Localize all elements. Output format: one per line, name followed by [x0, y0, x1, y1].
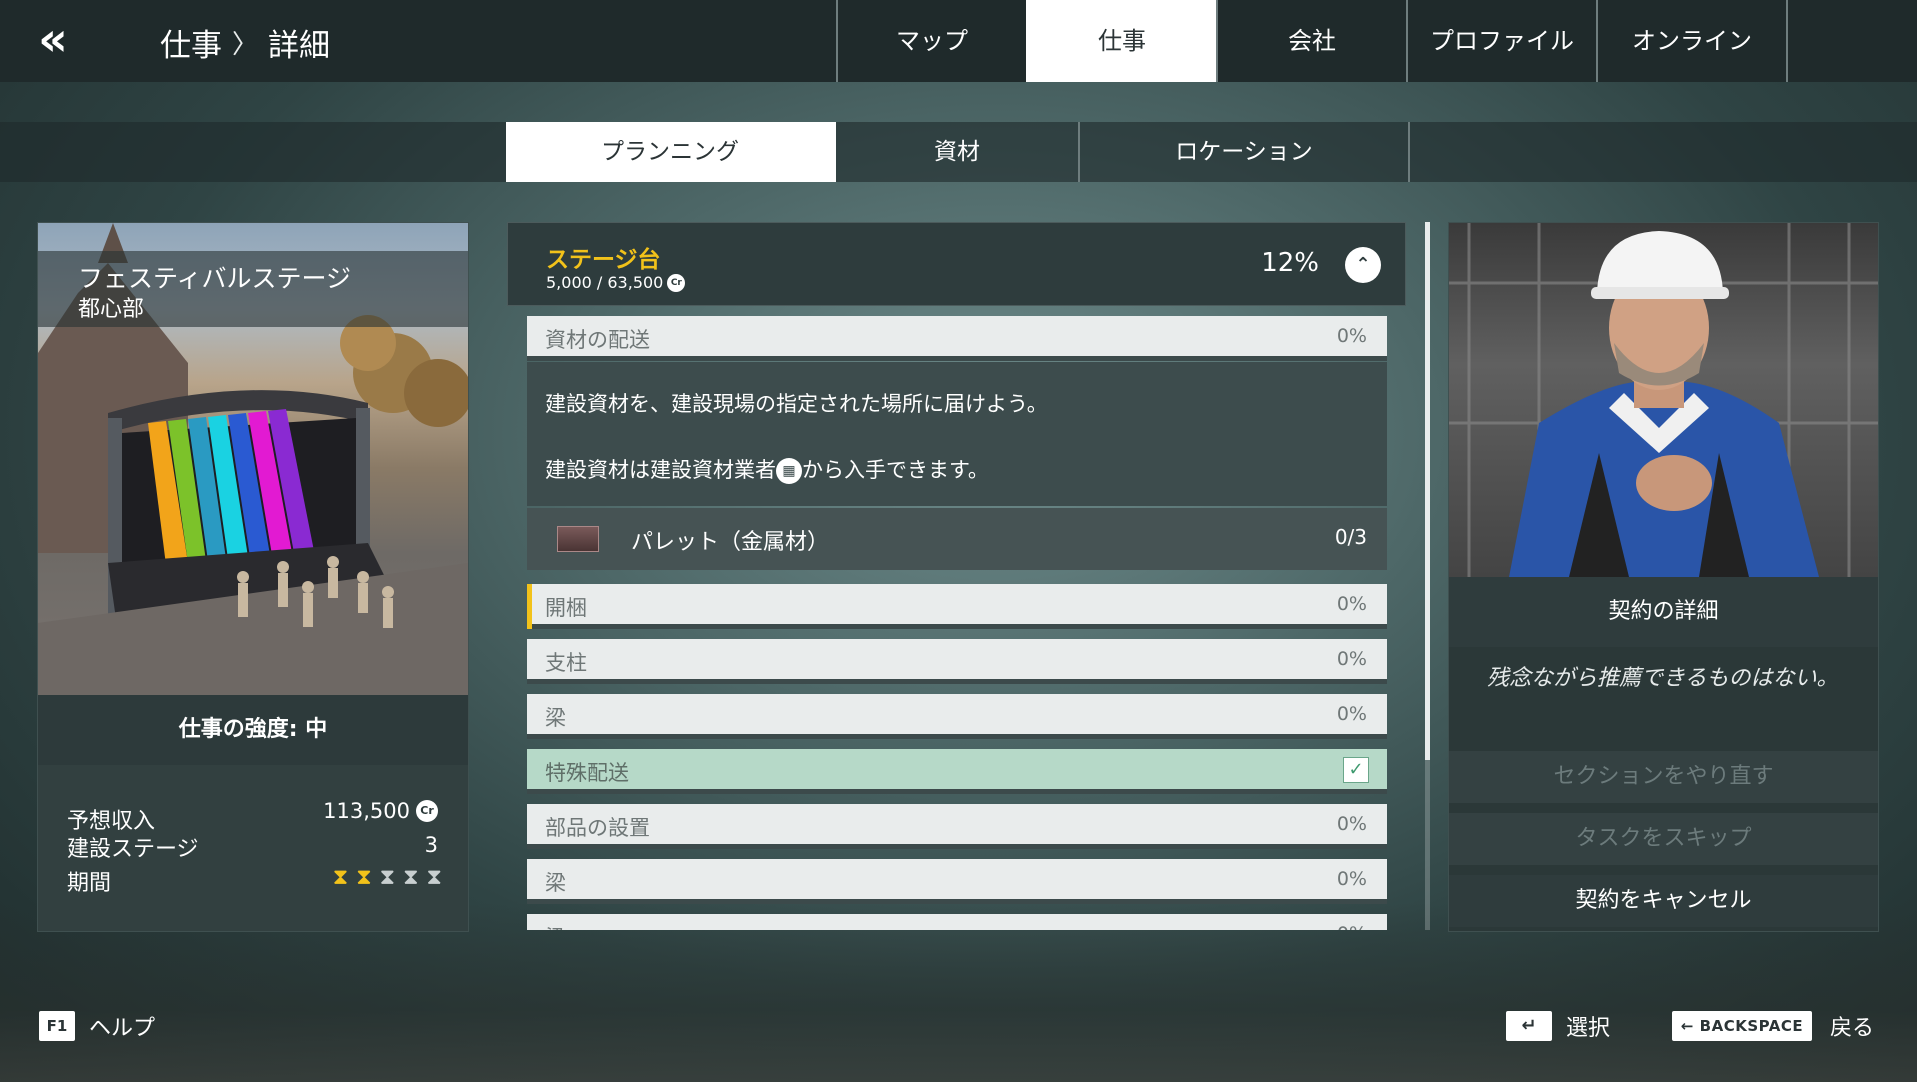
task-progress: 0%	[1336, 325, 1367, 347]
back-label: 戻る	[1830, 1016, 1875, 1041]
credit-icon: Cr	[667, 273, 686, 292]
task-progress: 0%	[1336, 703, 1367, 725]
task-label: 支柱	[545, 651, 587, 675]
stage-percent: 12%	[1261, 248, 1319, 278]
stage-budget: 5,000 / 63,500 Cr	[546, 273, 686, 292]
task-row-parts-install[interactable]: 部品の設置 0%	[527, 804, 1387, 849]
hourglass-icon: ⧗	[379, 865, 396, 890]
task-row-beams-3[interactable]: 梁 0%	[527, 914, 1387, 930]
backspace-key-icon: ← BACKSPACE	[1672, 1011, 1812, 1041]
breadcrumb-jobs[interactable]: 仕事	[160, 20, 222, 65]
task-label: 特殊配送	[545, 761, 629, 785]
income-amount: 113,500	[323, 799, 410, 823]
hourglass-icon: ⧗	[426, 865, 442, 890]
back-arrow-icon[interactable]: «	[30, 14, 76, 64]
subtab-planning[interactable]: プランニング	[506, 122, 836, 182]
task-description: 建設資材を、建設現場の指定された場所に届けよう。 建設資材は建設資材業者 ▦ から入…	[527, 362, 1387, 506]
tab-company[interactable]: 会社	[1216, 0, 1406, 82]
tab-map[interactable]: マップ	[836, 0, 1026, 82]
project-name: フェスティバルステージ	[78, 264, 352, 293]
task-list: 資材の配送 0% 建設資材を、建設現場の指定された場所に届けよう。 建設資材は建…	[527, 316, 1387, 930]
advice-text: 残念ながら推薦できるものはない。	[1487, 666, 1839, 691]
select-hint[interactable]: ↵ 選択	[1506, 1010, 1610, 1042]
checkmark-icon: ✓	[1343, 757, 1369, 783]
enter-key-icon: ↵	[1506, 1011, 1552, 1041]
back-hint[interactable]: ← BACKSPACE 戻る	[1672, 1010, 1874, 1042]
advisor-portrait	[1449, 223, 1878, 577]
hourglass-icon: ⧗	[356, 865, 372, 890]
credit-icon: Cr	[416, 800, 438, 822]
description-line-2b: から入手できます。	[802, 458, 989, 482]
description-line-2a: 建設資材は建設資材業者	[545, 458, 776, 482]
task-row-pillars[interactable]: 支柱 0%	[527, 639, 1387, 684]
stage-budget-amount: 5,000 / 63,500	[546, 273, 664, 292]
project-card: フェスティバルステージ 都心部 仕事の強度: 中 予想収入 113,500 Cr…	[37, 222, 469, 932]
f1-key-icon: F1	[39, 1011, 75, 1041]
subtab-materials[interactable]: 資材	[836, 122, 1080, 182]
task-row-special-delivery[interactable]: 特殊配送 ✓	[527, 749, 1387, 794]
task-row-delivery[interactable]: 資材の配送 0%	[527, 316, 1387, 361]
stages-label: 建設ステージ	[67, 837, 199, 862]
pallet-label: パレット（金属材）	[631, 530, 830, 555]
task-label: 資材の配送	[545, 328, 650, 352]
task-row-unpack[interactable]: 開梱 0%	[527, 584, 1387, 629]
task-progress: 0%	[1336, 868, 1367, 890]
subtabs: プランニング 資材 ロケーション	[506, 122, 1410, 182]
help-hint[interactable]: F1 ヘルプ	[39, 1010, 155, 1042]
task-row-beams-2[interactable]: 梁 0%	[527, 859, 1387, 904]
task-label: 梁	[545, 706, 566, 730]
task-progress: 0%	[1336, 593, 1367, 615]
breadcrumb-separator: 〉	[232, 30, 259, 60]
pallet-icon	[557, 526, 599, 552]
tab-online[interactable]: オンライン	[1596, 0, 1788, 82]
stage-title: ステージ台	[546, 247, 661, 273]
breadcrumb-details: 詳細	[268, 28, 331, 64]
skip-task-button[interactable]: タスクをスキップ	[1449, 813, 1878, 865]
description-line-1: 建設資材を、建設現場の指定された場所に届けよう。	[545, 392, 1048, 416]
stages-value: 3	[424, 833, 438, 857]
income-value: 113,500 Cr	[323, 799, 438, 823]
task-row-beams[interactable]: 梁 0%	[527, 694, 1387, 739]
hourglass-icon: ⧗	[332, 865, 349, 890]
task-progress: 0%	[1337, 923, 1367, 930]
task-label: 開梱	[545, 596, 587, 620]
task-progress: 0%	[1336, 648, 1367, 670]
hourglass-icon: ⧗	[403, 865, 419, 890]
pallet-count: 0/3	[1334, 525, 1367, 549]
subtab-location[interactable]: ロケーション	[1080, 122, 1410, 182]
material-supplier-icon: ▦	[776, 458, 802, 484]
duration-label: 期間	[67, 871, 112, 896]
tab-jobs[interactable]: 仕事	[1026, 0, 1216, 82]
breadcrumb: 仕事 〉 詳細	[160, 20, 330, 65]
task-label: 部品の設置	[545, 816, 650, 840]
restart-section-button[interactable]: セクションをやり直す	[1449, 751, 1878, 803]
contract-details-title: 契約の詳細	[1449, 577, 1878, 647]
contract-panel: 契約の詳細 残念ながら推薦できるものはない。 セクションをやり直す タスクをスキ…	[1448, 222, 1879, 932]
scrollbar-thumb[interactable]	[1425, 222, 1430, 760]
task-progress: 0%	[1336, 813, 1367, 835]
project-location: 都心部	[78, 297, 145, 322]
project-image: フェスティバルステージ 都心部	[38, 223, 468, 695]
collapse-chevron-icon[interactable]: ⌃	[1345, 247, 1381, 283]
main-tabs: マップ 仕事 会社 プロファイル オンライン	[836, 0, 1788, 82]
description-line-2: 建設資材は建設資材業者 ▦ から入手できます。	[545, 454, 989, 484]
select-label: 選択	[1566, 1016, 1611, 1041]
duration-hourglasses: ⧗ ⧗ ⧗ ⧗ ⧗	[333, 865, 442, 891]
project-stats: 予想収入 113,500 Cr 建設ステージ 3 期間 ⧗ ⧗ ⧗ ⧗ ⧗	[38, 765, 468, 931]
help-label: ヘルプ	[89, 1016, 156, 1041]
pallet-requirement: パレット（金属材） 0/3	[527, 508, 1387, 570]
tab-profile[interactable]: プロファイル	[1406, 0, 1596, 82]
job-intensity: 仕事の強度: 中	[38, 695, 468, 765]
task-label: 梁	[545, 871, 566, 895]
stage-header[interactable]: ステージ台 5,000 / 63,500 Cr 12% ⌃	[507, 222, 1406, 306]
task-label: 梁	[545, 922, 566, 930]
cancel-contract-button[interactable]: 契約をキャンセル	[1449, 875, 1878, 927]
top-bar: « 仕事 〉 詳細 マップ 仕事 会社 プロファイル オンライン	[0, 0, 1917, 82]
